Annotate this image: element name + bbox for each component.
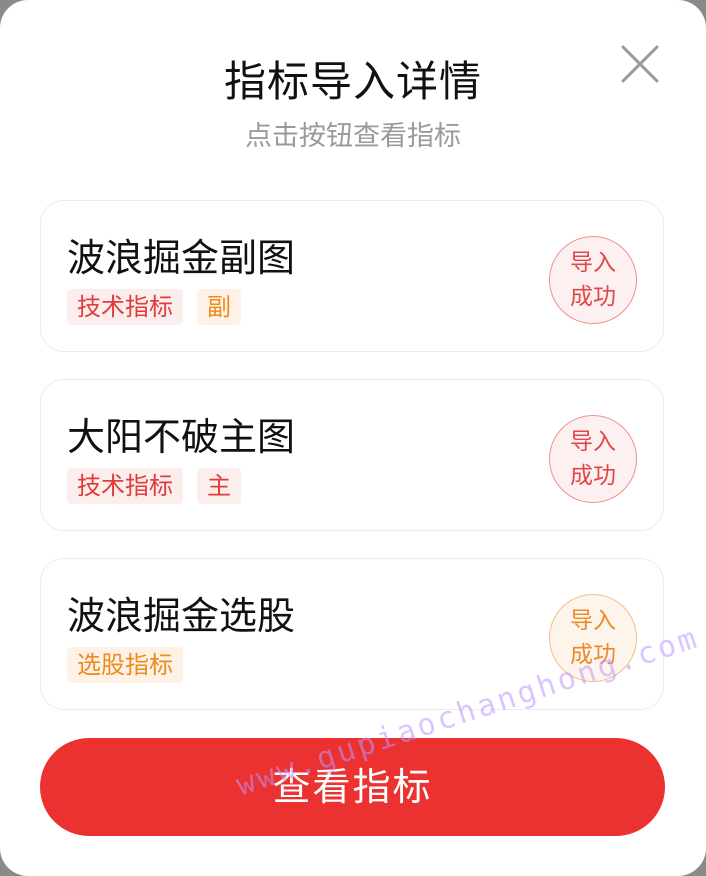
tag-chart-type: 副	[197, 289, 241, 325]
import-success-stamp: 导入 成功	[549, 594, 637, 682]
dialog-title: 指标导入详情	[223, 57, 482, 106]
import-success-stamp: 导入 成功	[549, 236, 637, 324]
indicator-card: 波浪掘金副图 技术指标 副 导入 成功	[40, 200, 664, 352]
indicator-name: 大阳不破主图	[67, 415, 296, 459]
indicator-tags: 技术指标 主	[67, 468, 241, 504]
tag-category: 选股指标	[67, 647, 183, 683]
dialog-subtitle: 点击按钮查看指标	[245, 121, 461, 152]
indicator-tags: 技术指标 副	[67, 289, 241, 325]
stamp-text-line1: 导入	[570, 429, 616, 455]
tag-category: 技术指标	[67, 468, 183, 504]
stamp-text-line2: 成功	[570, 463, 616, 489]
stamp-text-line1: 导入	[570, 608, 616, 634]
indicator-name: 波浪掘金副图	[67, 236, 296, 280]
view-indicators-button[interactable]: 查看指标	[40, 738, 665, 836]
import-details-dialog: 指标导入详情 点击按钮查看指标 波浪掘金副图 技术指标 副 导入 成功 大阳不破…	[0, 0, 706, 876]
close-icon[interactable]	[618, 42, 662, 86]
indicator-name: 波浪掘金选股	[67, 594, 296, 638]
indicator-card: 波浪掘金选股 选股指标 导入 成功	[40, 558, 664, 710]
stamp-text-line2: 成功	[570, 284, 616, 310]
tag-chart-type: 主	[197, 468, 241, 504]
stamp-text-line2: 成功	[570, 642, 616, 668]
import-success-stamp: 导入 成功	[549, 415, 637, 503]
stamp-text-line1: 导入	[570, 250, 616, 276]
indicator-card: 大阳不破主图 技术指标 主 导入 成功	[40, 379, 664, 531]
indicator-tags: 选股指标	[67, 647, 183, 683]
tag-category: 技术指标	[67, 289, 183, 325]
